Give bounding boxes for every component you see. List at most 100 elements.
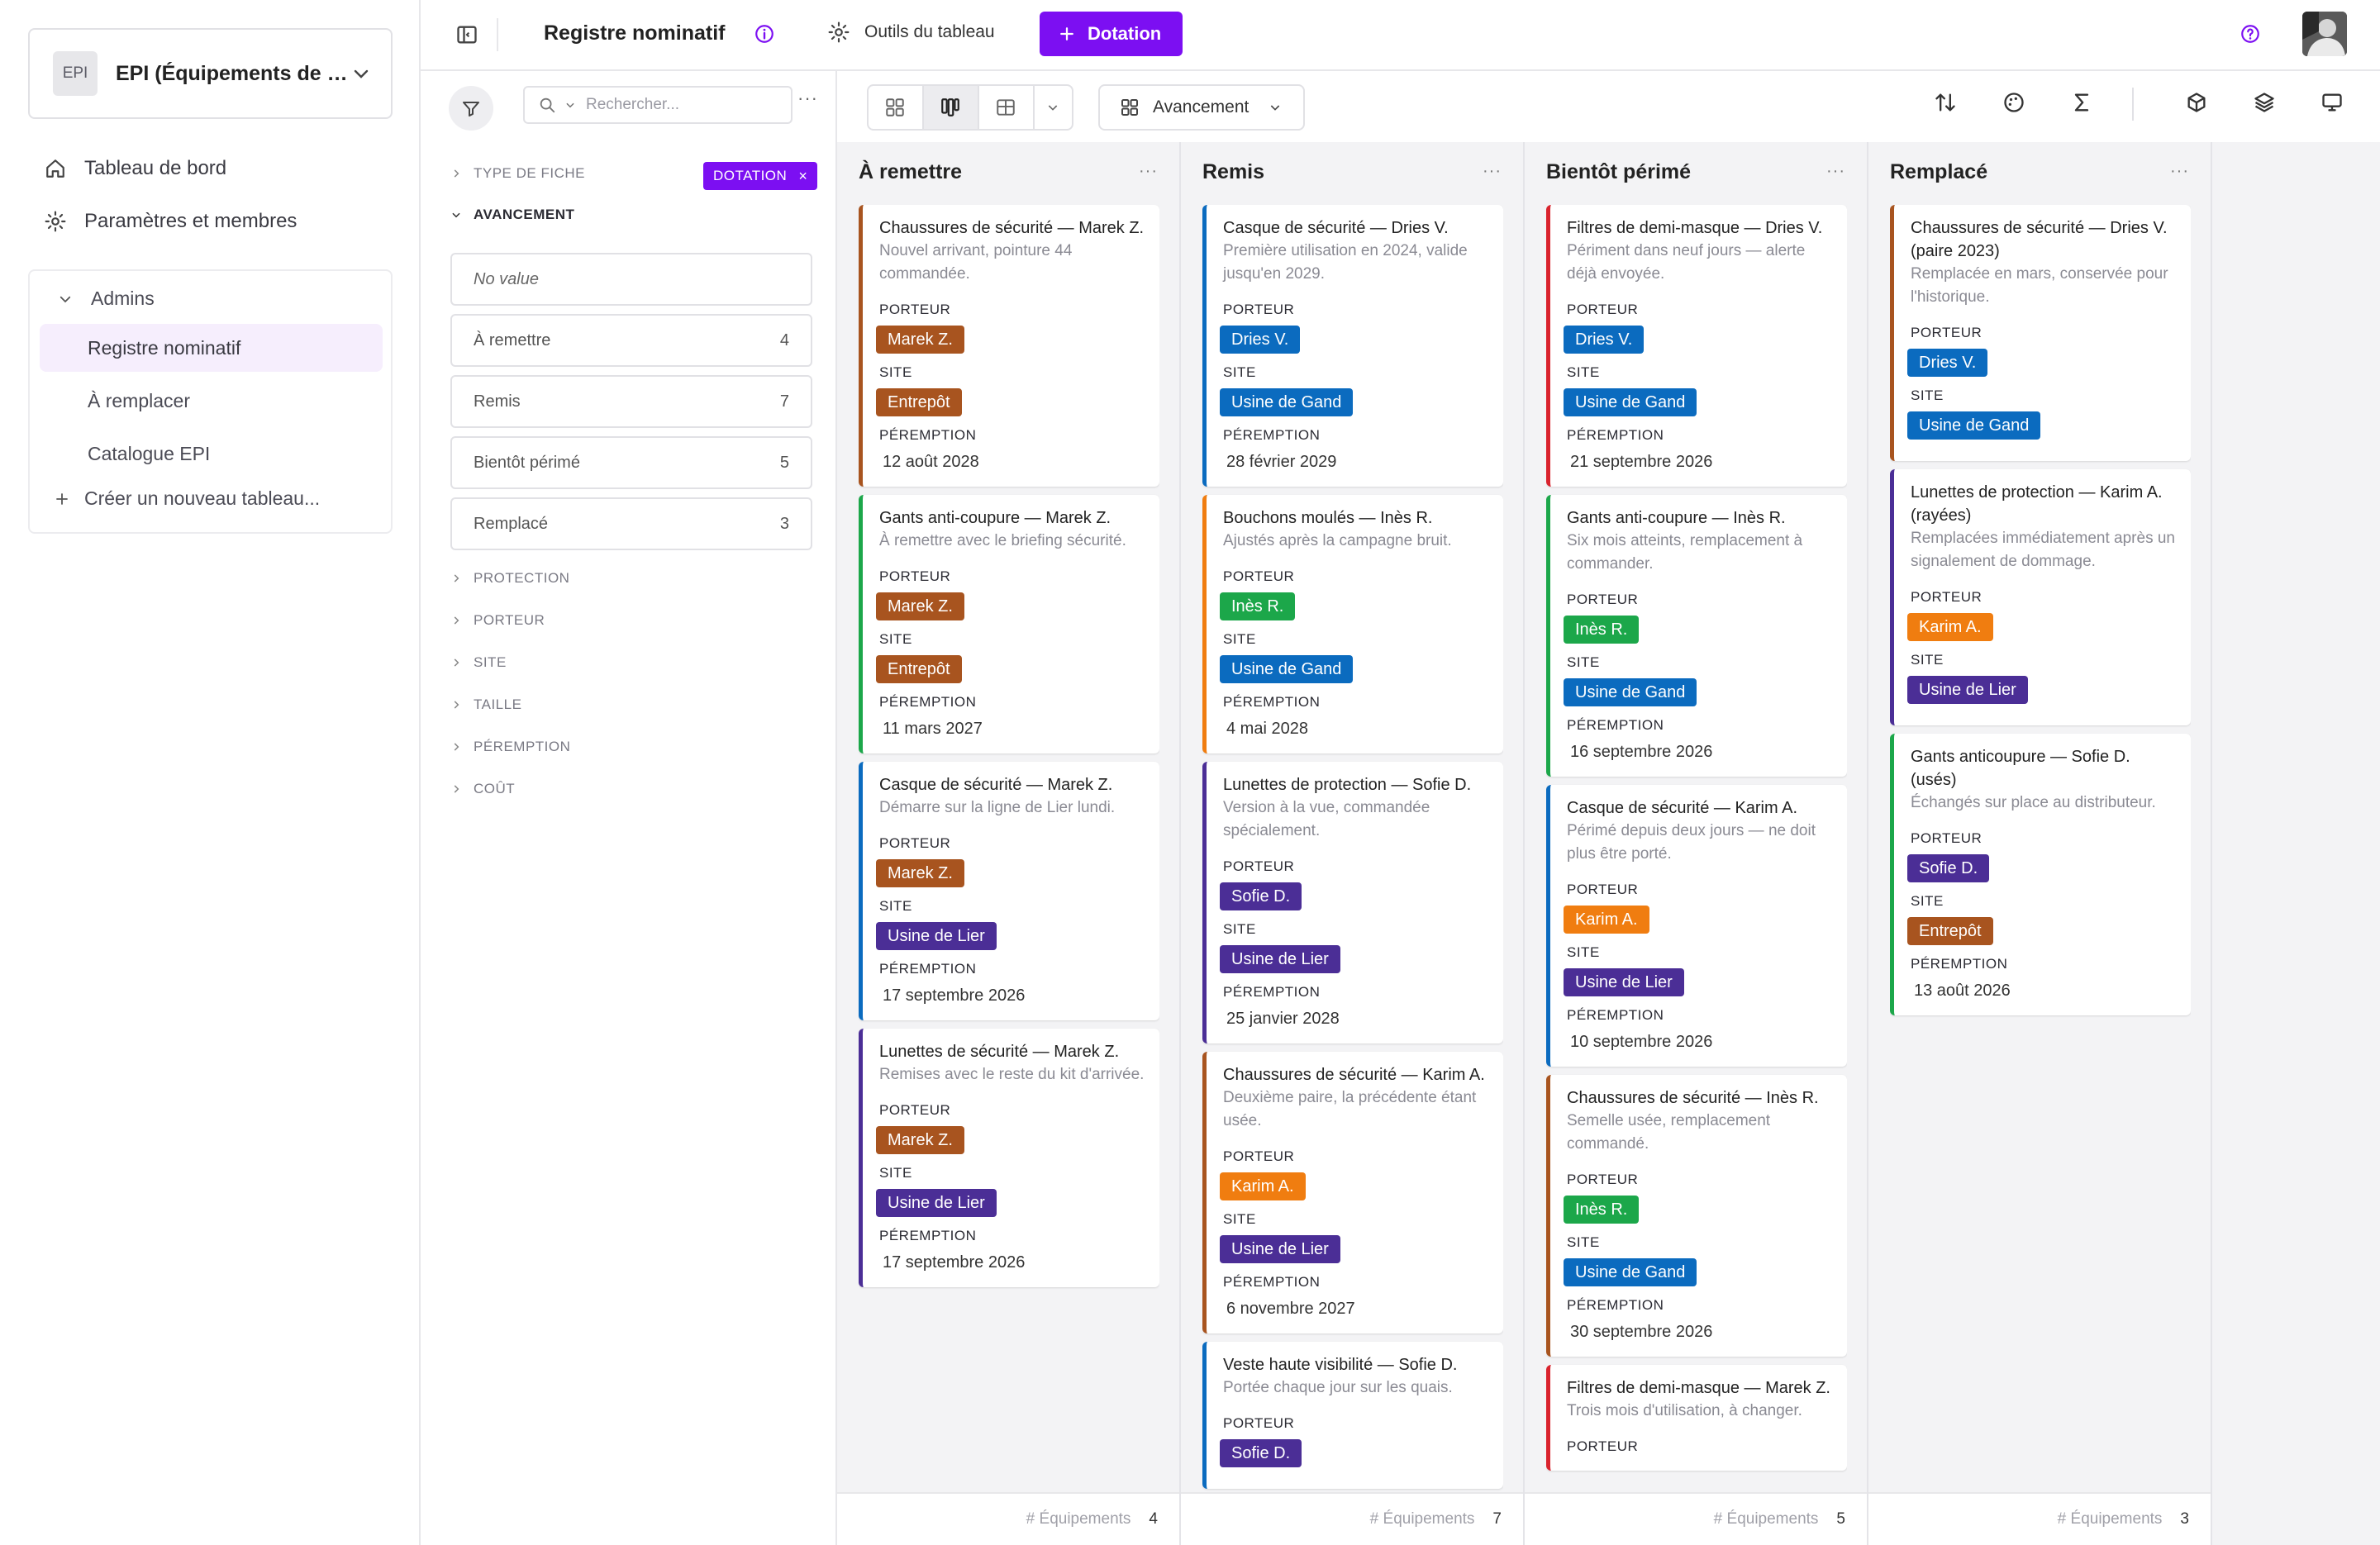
cube-icon bbox=[2187, 93, 2206, 112]
avatar[interactable] bbox=[2302, 12, 2347, 56]
filter-section-type[interactable]: TYPE DE FICHE bbox=[450, 165, 585, 182]
workspace-switcher[interactable]: EPI EPI (Équipements de protection indiv… bbox=[28, 28, 393, 119]
board-card[interactable]: Casque de sécurité — Dries V. Première ut… bbox=[1202, 205, 1503, 487]
filter-section-cout[interactable]: COÛT bbox=[450, 781, 515, 797]
filter-section-peremption[interactable]: PÉREMPTION bbox=[450, 739, 570, 755]
porteur-chip[interactable]: Sofie D. bbox=[1907, 854, 1990, 882]
column-menu-button[interactable]: ··· bbox=[1139, 162, 1158, 181]
column-menu-button[interactable]: ··· bbox=[1483, 162, 1502, 181]
porteur-chip[interactable]: Marek Z. bbox=[876, 1126, 964, 1154]
board-card[interactable]: Chaussures de sécurité — Inès R. Semelle … bbox=[1546, 1075, 1847, 1357]
card-title: Gants anticoupure — Sofie D. (usés) bbox=[1911, 748, 2130, 789]
filter-option-a-remettre[interactable]: À remettre 4 bbox=[450, 314, 812, 367]
nav-dashboard[interactable]: Tableau de bord bbox=[45, 152, 226, 185]
porteur-chip[interactable]: Inès R. bbox=[1220, 592, 1296, 620]
site-chip[interactable]: Entrepôt bbox=[876, 655, 962, 683]
admins-toggle[interactable]: Admins bbox=[58, 288, 155, 310]
porteur-chip[interactable]: Karim A. bbox=[1907, 613, 1993, 641]
nav-settings[interactable]: Paramètres et membres bbox=[45, 205, 297, 238]
aggregate-button[interactable] bbox=[2070, 91, 2093, 119]
present-button[interactable] bbox=[2320, 91, 2344, 119]
board-card[interactable]: Chaussures de sécurité — Dries V. (paire… bbox=[1890, 205, 2191, 461]
board-card[interactable]: Filtres de demi-masque — Marek Z. Trois m… bbox=[1546, 1365, 1847, 1471]
view-table-button[interactable] bbox=[979, 86, 1035, 129]
help-button[interactable] bbox=[2240, 23, 2261, 45]
filter-option-remis[interactable]: Remis 7 bbox=[450, 375, 812, 428]
table-info-button[interactable] bbox=[754, 23, 775, 45]
table-tools-button[interactable]: Outils du tableau bbox=[828, 21, 995, 43]
porteur-chip[interactable]: Sofie D. bbox=[1220, 1439, 1302, 1467]
porteur-chip[interactable]: Marek Z. bbox=[876, 859, 964, 887]
search-box[interactable] bbox=[523, 86, 793, 124]
filter-section-protection[interactable]: PROTECTION bbox=[450, 570, 569, 587]
filter-section-avancement[interactable]: AVANCEMENT bbox=[450, 207, 574, 223]
porteur-chip[interactable]: Inès R. bbox=[1564, 616, 1640, 644]
site-chip[interactable]: Usine de Gand bbox=[1564, 678, 1697, 706]
filter-section-porteur[interactable]: PORTEUR bbox=[450, 612, 545, 629]
board-card[interactable]: Filtres de demi-masque — Dries V. Périmen… bbox=[1546, 205, 1847, 487]
site-chip[interactable]: Entrepôt bbox=[876, 388, 962, 416]
column-menu-button[interactable]: ··· bbox=[1826, 162, 1845, 181]
layers-button[interactable] bbox=[2253, 91, 2276, 119]
color-button[interactable] bbox=[2002, 91, 2025, 119]
filter-option-bientot-perime[interactable]: Bientôt périmé 5 bbox=[450, 436, 812, 489]
porteur-chip[interactable]: Dries V. bbox=[1220, 326, 1301, 354]
table-link-a-remplacer[interactable]: À remplacer bbox=[40, 377, 383, 425]
group-by-select[interactable]: Avancement bbox=[1098, 84, 1305, 131]
site-chip[interactable]: Usine de Gand bbox=[1907, 411, 2041, 440]
table-link-registre[interactable]: Registre nominatif bbox=[40, 324, 383, 372]
toggle-sidebar-button[interactable] bbox=[455, 23, 478, 46]
filter-button[interactable] bbox=[449, 86, 493, 131]
porteur-chip[interactable]: Karim A. bbox=[1564, 906, 1649, 934]
porteur-chip[interactable]: Marek Z. bbox=[876, 592, 964, 620]
porteur-chip[interactable]: Dries V. bbox=[1564, 326, 1645, 354]
table-link-catalogue[interactable]: Catalogue EPI bbox=[40, 430, 383, 478]
cube-button[interactable] bbox=[2185, 91, 2208, 119]
board-card[interactable]: Gants anticoupure — Sofie D. (usés) Échan… bbox=[1890, 734, 2191, 1015]
porteur-chip[interactable]: Sofie D. bbox=[1220, 882, 1302, 910]
board-card[interactable]: Casque de sécurité — Marek Z. Démarre sur… bbox=[859, 762, 1159, 1020]
porteur-chip[interactable]: Dries V. bbox=[1907, 349, 1988, 377]
board-card[interactable]: Veste haute visibilité — Sofie D. Portée … bbox=[1202, 1342, 1503, 1489]
view-more-dropdown[interactable] bbox=[1035, 86, 1072, 129]
board-card[interactable]: Gants anti-coupure — Inès R. Six mois att… bbox=[1546, 495, 1847, 777]
filter-section-taille[interactable]: TAILLE bbox=[450, 696, 521, 713]
board-card[interactable]: Lunettes de sécurité — Marek Z. Remises a… bbox=[859, 1029, 1159, 1287]
board-card[interactable]: Casque de sécurité — Karim A. Périmé depu… bbox=[1546, 785, 1847, 1067]
view-grid-button[interactable] bbox=[869, 86, 924, 129]
add-dotation-button[interactable]: Dotation bbox=[1040, 12, 1183, 56]
board-card[interactable]: Bouchons moulés — Inès R. Ajustés après l… bbox=[1202, 495, 1503, 753]
close-icon[interactable]: × bbox=[798, 168, 807, 185]
filter-option-remplace[interactable]: Remplacé 3 bbox=[450, 497, 812, 550]
porteur-chip[interactable]: Inès R. bbox=[1564, 1196, 1640, 1224]
filter-section-site[interactable]: SITE bbox=[450, 654, 507, 671]
porteur-label: PORTEUR bbox=[879, 568, 951, 584]
site-chip[interactable]: Usine de Lier bbox=[876, 922, 997, 950]
column-menu-button[interactable]: ··· bbox=[2170, 162, 2189, 181]
site-chip[interactable]: Usine de Lier bbox=[1564, 968, 1684, 996]
filter-more-button[interactable]: ··· bbox=[797, 88, 818, 109]
board-card[interactable]: Lunettes de protection — Sofie D. Version… bbox=[1202, 762, 1503, 1043]
site-chip[interactable]: Entrepôt bbox=[1907, 917, 1993, 945]
porteur-chip[interactable]: Marek Z. bbox=[876, 326, 964, 354]
site-chip[interactable]: Usine de Lier bbox=[1907, 676, 2028, 704]
search-input[interactable] bbox=[586, 96, 735, 114]
board-card[interactable]: Chaussures de sécurité — Karim A. Deuxièm… bbox=[1202, 1052, 1503, 1333]
site-chip[interactable]: Usine de Lier bbox=[1220, 1235, 1340, 1263]
sort-button[interactable] bbox=[1934, 91, 1957, 119]
site-chip[interactable]: Usine de Lier bbox=[1220, 945, 1340, 973]
site-chip[interactable]: Usine de Gand bbox=[1220, 655, 1354, 683]
filter-option-no-value[interactable]: No value bbox=[450, 253, 812, 306]
board-card[interactable]: Gants anti-coupure — Marek Z. À remettre … bbox=[859, 495, 1159, 753]
active-filter-chip[interactable]: DOTATION × bbox=[703, 162, 818, 190]
site-chip[interactable]: Usine de Lier bbox=[876, 1189, 997, 1217]
board-card[interactable]: Lunettes de protection — Karim A. (rayée… bbox=[1890, 469, 2191, 725]
site-chip[interactable]: Usine de Gand bbox=[1564, 388, 1697, 416]
view-kanban-button[interactable] bbox=[923, 86, 979, 129]
site-chip[interactable]: Usine de Gand bbox=[1220, 388, 1354, 416]
create-table-button[interactable]: Créer un nouveau tableau... bbox=[55, 487, 320, 510]
column-footer-count: 4 bbox=[1149, 1510, 1158, 1528]
site-chip[interactable]: Usine de Gand bbox=[1564, 1258, 1697, 1286]
porteur-chip[interactable]: Karim A. bbox=[1220, 1172, 1306, 1200]
board-card[interactable]: Chaussures de sécurité — Marek Z. Nouvel … bbox=[859, 205, 1159, 487]
